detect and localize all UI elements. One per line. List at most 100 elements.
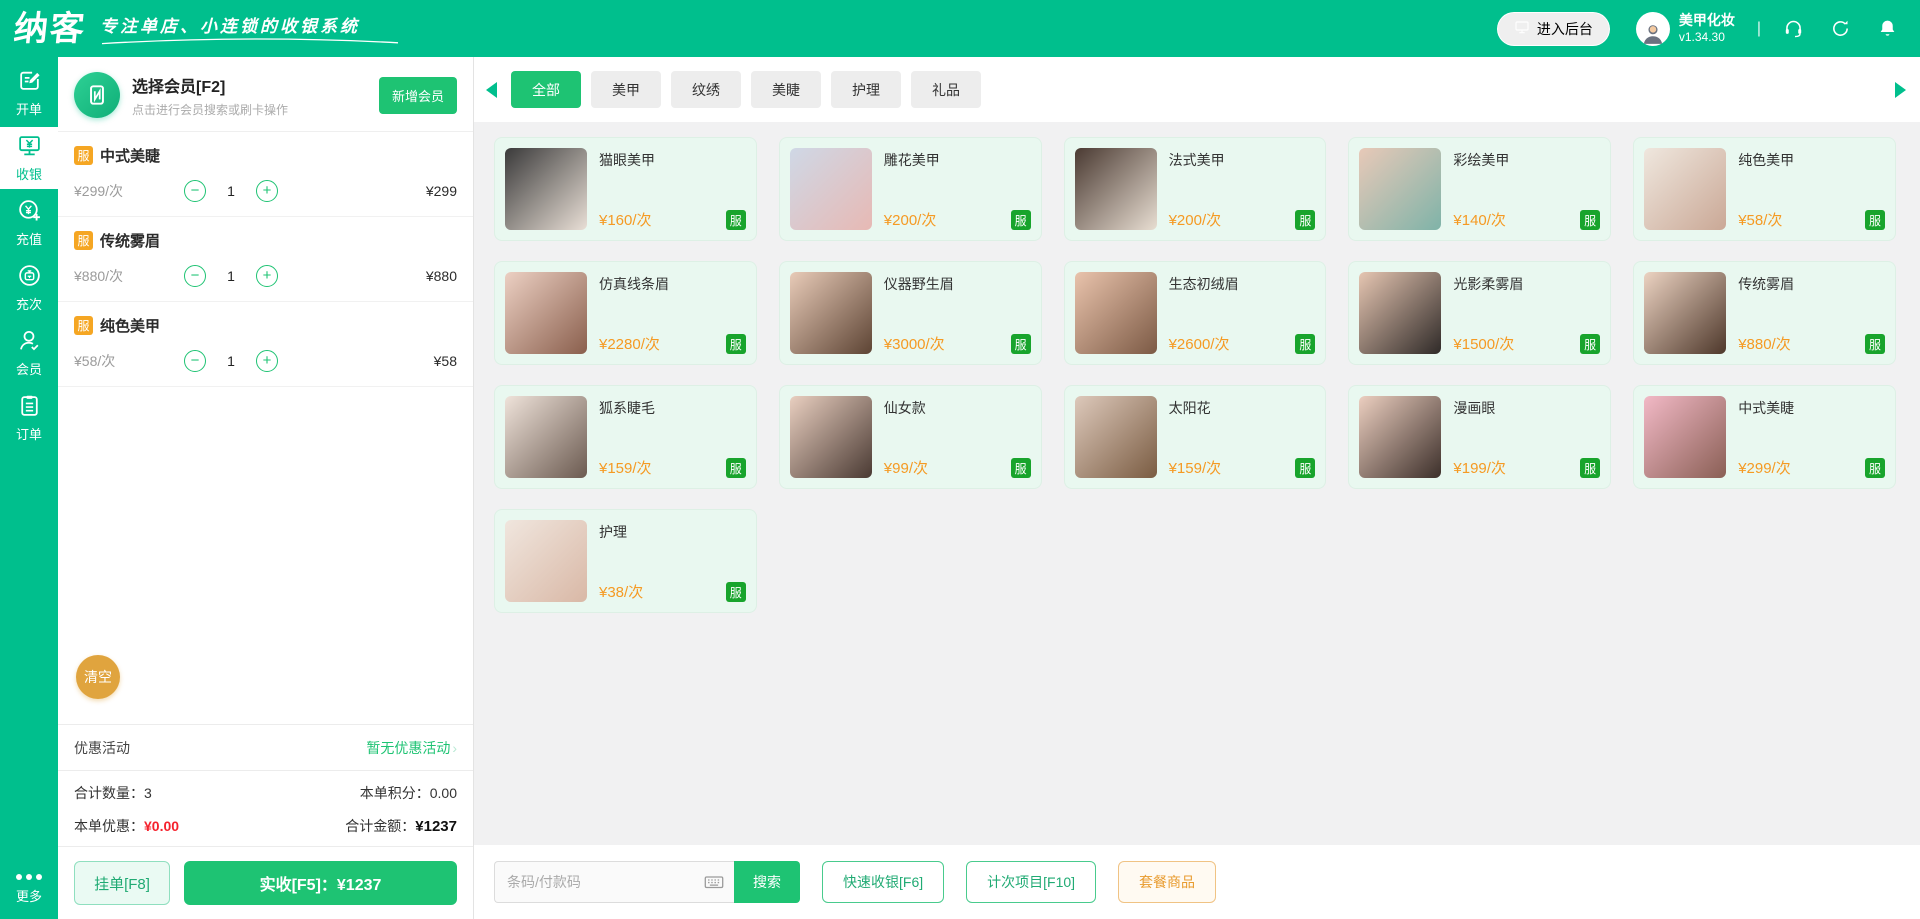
qty-plus-button[interactable]: + <box>256 350 278 372</box>
product-grid-wrap: 猫眼美甲 ¥160/次 服 雕花美甲 ¥200/次 服 法式美甲 ¥200/次 … <box>474 122 1920 845</box>
app-slogan: 专注单店、小连锁的收银系统 <box>100 16 360 36</box>
product-grid: 猫眼美甲 ¥160/次 服 雕花美甲 ¥200/次 服 法式美甲 ¥200/次 … <box>494 137 1896 613</box>
search-button[interactable]: 搜索 <box>734 861 800 903</box>
product-price: ¥2600/次 <box>1168 336 1230 353</box>
clear-cart-button[interactable]: 清空 <box>76 655 120 699</box>
order-points-value: 0.00 <box>429 785 457 801</box>
product-card[interactable]: 仿真线条眉 ¥2280/次 服 <box>494 261 757 365</box>
category-tabbar: 全部 美甲 纹绣 美睫 护理 礼品 <box>474 57 1920 122</box>
product-card[interactable]: 护理 ¥38/次 服 <box>494 509 757 613</box>
service-badge: 服 <box>1295 458 1316 478</box>
barcode-input[interactable] <box>494 861 734 903</box>
service-badge: 服 <box>74 231 93 250</box>
account-area[interactable]: 美甲化妆 v1.34.30 <box>1635 11 1735 46</box>
service-badge: 服 <box>1580 210 1601 230</box>
product-card[interactable]: 仙女款 ¥99/次 服 <box>778 385 1042 489</box>
product-image <box>505 520 587 602</box>
service-badge: 服 <box>74 146 93 165</box>
qty-minus-button[interactable]: − <box>184 265 206 287</box>
product-price: ¥1500/次 <box>1453 336 1515 353</box>
quick-cashier-button[interactable]: 快速收银[F6] <box>822 861 945 903</box>
service-badge: 服 <box>1295 334 1316 354</box>
product-name: 中式美睫 <box>1738 400 1795 416</box>
order-points-label: 本单积分： <box>359 785 430 801</box>
orders-icon <box>17 393 42 421</box>
more-dots-icon <box>16 873 42 880</box>
order-discount-label: 本单优惠： <box>74 818 144 834</box>
service-badge: 服 <box>725 458 746 478</box>
qty-minus-button[interactable]: − <box>184 350 206 372</box>
sidebar-item[interactable]: 开单 <box>0 62 58 124</box>
category-tab[interactable]: 全部 <box>511 71 581 108</box>
category-tab[interactable]: 礼品 <box>911 71 981 108</box>
keyboard-icon[interactable] <box>703 871 725 893</box>
sidebar-item[interactable]: 会员 <box>0 322 58 384</box>
promo-link[interactable]: 暂无优惠活动 › <box>366 738 457 758</box>
customer-service-icon[interactable] <box>1783 18 1804 39</box>
product-card[interactable]: 中式美睫 ¥299/次 服 <box>1633 385 1896 489</box>
qty-plus-button[interactable]: + <box>256 265 278 287</box>
product-card[interactable]: 狐系睫毛 ¥159/次 服 <box>494 385 757 489</box>
catalog-area: 全部 美甲 纹绣 美睫 护理 礼品 猫眼美甲 ¥160/次 服 雕花美甲 ¥200/次 服… <box>474 57 1920 919</box>
product-image <box>1074 148 1157 230</box>
product-name: 太阳花 <box>1168 400 1211 416</box>
product-card[interactable]: 生态初绒眉 ¥2600/次 服 <box>1063 261 1327 365</box>
category-tab[interactable]: 美甲 <box>591 71 661 108</box>
sidebar-item[interactable]: 收银 <box>0 127 58 189</box>
product-price: ¥38/次 <box>599 584 644 601</box>
cart-item-unit-price: ¥299/次 <box>74 183 124 199</box>
product-card[interactable]: 雕花美甲 ¥200/次 服 <box>778 137 1042 241</box>
product-price: ¥3000/次 <box>883 336 945 353</box>
qty-plus-button[interactable]: + <box>256 180 278 202</box>
member-card-icon[interactable] <box>74 72 120 118</box>
service-badge: 服 <box>1010 210 1031 230</box>
product-card[interactable]: 太阳花 ¥159/次 服 <box>1063 385 1327 489</box>
monitor-icon <box>1514 19 1530 38</box>
product-card[interactable]: 彩绘美甲 ¥140/次 服 <box>1348 137 1612 241</box>
more-label: 更多 <box>15 888 42 904</box>
tabs-scroll-right-icon[interactable] <box>1895 81 1906 98</box>
product-card[interactable]: 仪器野生眉 ¥3000/次 服 <box>778 261 1042 365</box>
member-select-area[interactable]: 选择会员[F2] 点击进行会员搜索或刷卡操作 <box>132 73 379 118</box>
sidebar-item-label: 充值 <box>15 232 42 247</box>
sidebar-item[interactable]: 订单 <box>0 387 58 449</box>
product-image <box>1074 396 1157 478</box>
app-slogan-wrap: 专注单店、小连锁的收银系统 <box>100 12 400 46</box>
qty-minus-button[interactable]: − <box>184 180 206 202</box>
product-card[interactable]: 漫画眼 ¥199/次 服 <box>1348 385 1612 489</box>
sync-icon[interactable] <box>1830 18 1851 39</box>
count-item-button[interactable]: 计次项目[F10] <box>966 861 1097 903</box>
product-card[interactable]: 光影柔雾眉 ¥1500/次 服 <box>1348 261 1612 365</box>
sidebar-item[interactable]: 充次 <box>0 257 58 319</box>
hold-order-button[interactable]: 挂单[F8] <box>74 861 170 905</box>
sidebar-item-more[interactable]: 更多 <box>0 859 58 919</box>
chevron-right-icon: › <box>452 739 457 756</box>
category-tab[interactable]: 美睫 <box>751 71 821 108</box>
product-name: 法式美甲 <box>1168 152 1225 168</box>
tabs-scroll-left-icon[interactable] <box>486 81 497 98</box>
sidebar-item-label: 收银 <box>15 167 42 182</box>
add-member-button[interactable]: 新增会员 <box>378 76 457 114</box>
enter-backstage-button[interactable]: 进入后台 <box>1496 11 1610 46</box>
product-card[interactable]: 纯色美甲 ¥58/次 服 <box>1633 137 1896 241</box>
notification-bell-icon[interactable] <box>1877 18 1898 39</box>
service-badge: 服 <box>1580 334 1601 354</box>
order-discount-value: ¥0.00 <box>144 818 180 834</box>
category-tab[interactable]: 纹绣 <box>671 71 741 108</box>
package-goods-button[interactable]: 套餐商品 <box>1118 861 1217 903</box>
product-price: ¥159/次 <box>1168 460 1222 477</box>
product-card[interactable]: 传统雾眉 ¥880/次 服 <box>1633 261 1896 365</box>
checkout-toolbar: 搜索 快速收银[F6] 计次项目[F10] 套餐商品 <box>474 845 1920 919</box>
sidebar-item-label: 会员 <box>15 362 42 377</box>
side-nav: 开单 收银 充值 充次 会员 订单 更多 <box>0 57 58 919</box>
service-badge: 服 <box>1864 458 1885 478</box>
service-badge: 服 <box>1295 210 1316 230</box>
cart-item-name: 传统雾眉 <box>100 233 161 250</box>
product-name: 猫眼美甲 <box>599 152 655 168</box>
cart-item-unit-price: ¥58/次 <box>74 353 116 369</box>
product-card[interactable]: 法式美甲 ¥200/次 服 <box>1063 137 1327 241</box>
sidebar-item[interactable]: 充值 <box>0 192 58 254</box>
category-tab[interactable]: 护理 <box>831 71 901 108</box>
product-card[interactable]: 猫眼美甲 ¥160/次 服 <box>494 137 757 241</box>
pay-button[interactable]: 实收[F5]：¥1237 <box>184 861 457 905</box>
